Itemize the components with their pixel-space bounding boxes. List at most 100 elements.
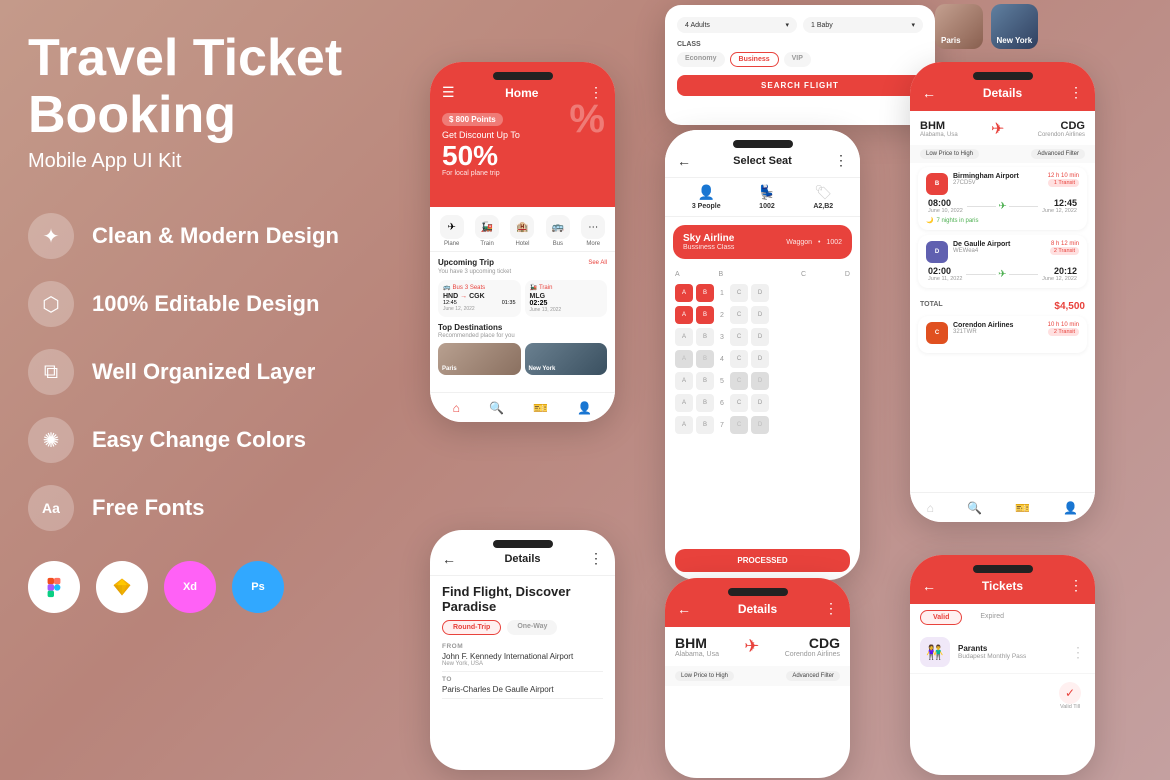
cat-more[interactable]: ⋯ More [581, 215, 605, 247]
vip-btn[interactable]: VIP [784, 52, 811, 67]
cat-bus[interactable]: 🚌 Bus [546, 215, 570, 247]
airline-info: Sky Airline Bussiness Class [683, 233, 734, 251]
baby-select[interactable]: 1 Baby ▾ [803, 17, 923, 33]
phone3-title: Details [983, 86, 1022, 100]
seat-1d[interactable]: D [751, 284, 769, 302]
percent-decor: % [569, 97, 605, 142]
search3-nav-icon[interactable]: 🔍 [967, 501, 982, 515]
discover-title: Find Flight, DiscoverParadise [442, 584, 603, 614]
phone1-body: Upcoming Trip See All You have 3 upcomin… [430, 252, 615, 381]
more-dots-icon[interactable]: ⋮ [834, 152, 848, 169]
airline-row: Sky Airline Bussiness Class Waggon • 100… [683, 233, 842, 251]
row-3-num: 3 [717, 334, 727, 341]
back-arrow-icon[interactable]: ← [677, 153, 691, 169]
airline-name: Sky Airline [683, 233, 734, 244]
phone7-dots-icon[interactable]: ⋮ [1069, 577, 1083, 594]
one-way-btn[interactable]: One-Way [507, 620, 557, 635]
bus-icon: 🚌 [546, 215, 570, 239]
phone6-filter1-btn[interactable]: Low Price to High [675, 671, 734, 681]
profile-nav-icon[interactable]: 👤 [577, 401, 592, 415]
seat-6d[interactable]: D [751, 394, 769, 412]
flight-item-2[interactable]: D De Gaulle Airport WEWea4 8 h 12 min 2 … [918, 235, 1087, 288]
paris-dest-card[interactable]: Paris [935, 4, 983, 49]
advanced-filter-btn[interactable]: Advanced Filter [1031, 149, 1085, 159]
seat-2d[interactable]: D [751, 306, 769, 324]
left-panel: Travel Ticket Booking Mobile App UI Kit … [28, 30, 388, 613]
phone4-back-icon[interactable]: ← [442, 551, 456, 567]
seat-1c[interactable]: C [730, 284, 748, 302]
class-options: Economy Business VIP [677, 52, 923, 67]
flight-item-1[interactable]: B Birmingham Airport 27CD5V 12 h 10 min … [918, 167, 1087, 230]
search-nav-icon[interactable]: 🔍 [489, 401, 504, 415]
cat-hotel[interactable]: 🏨 Hotel [510, 215, 534, 247]
seat-3b[interactable]: B [696, 328, 714, 346]
plane-icon: ✈ [440, 215, 464, 239]
ny-label: New York [997, 36, 1033, 45]
tickets-nav-icon[interactable]: 🎫 [533, 401, 548, 415]
ticket-avatar: 👫 [920, 637, 950, 667]
home-nav-icon[interactable]: ⌂ [453, 401, 460, 415]
see-all-btn[interactable]: See All [588, 260, 607, 266]
expired-tab[interactable]: Expired [968, 610, 1016, 625]
phone4-body: Find Flight, DiscoverParadise Round-Trip… [430, 576, 615, 711]
seat-2a[interactable]: A [675, 306, 693, 324]
process-btn[interactable]: PROCESSED [675, 549, 850, 572]
seat-row-2: A B 2 C D [675, 306, 850, 324]
phone7-back-icon[interactable]: ← [922, 578, 936, 594]
round-trip-btn[interactable]: Round-Trip [442, 620, 501, 635]
phone3-dots-icon[interactable]: ⋮ [1069, 84, 1083, 101]
seat-3d[interactable]: D [751, 328, 769, 346]
profile3-nav-icon[interactable]: 👤 [1063, 501, 1078, 515]
seat-7a[interactable]: A [675, 416, 693, 434]
valid-tab[interactable]: Valid [920, 610, 962, 625]
seat-6c[interactable]: C [730, 394, 748, 412]
cat-plane[interactable]: ✈ Plane [440, 215, 464, 247]
categories: ✈ Plane 🚂 Train 🏨 Hotel 🚌 Bus ⋯ More [430, 207, 615, 252]
price-filter-btn[interactable]: Low Price to High [920, 149, 979, 159]
phone6-filter2-btn[interactable]: Advanced Filter [786, 671, 840, 681]
seat-5b[interactable]: B [696, 372, 714, 390]
ticket-bus[interactable]: 🚌 Bus 3 Seats HND → CGK 12:45 01:35 June… [438, 280, 521, 317]
seat-4d[interactable]: D [751, 350, 769, 368]
plane-connector-icon: ✈ [998, 201, 1006, 212]
ny-dest-card[interactable]: New York [991, 4, 1039, 49]
ny-card[interactable]: New York [525, 343, 608, 375]
flight-item-3[interactable]: C Corendon Airlines 321TWR 10 h 10 min 2… [918, 316, 1087, 353]
seat-1b[interactable]: B [696, 284, 714, 302]
seat-3c[interactable]: C [730, 328, 748, 346]
seat-7b[interactable]: B [696, 416, 714, 434]
paris-card[interactable]: Paris [438, 343, 521, 375]
phone6-dots-icon[interactable]: ⋮ [824, 600, 838, 617]
tickets3-nav-icon[interactable]: 🎫 [1015, 501, 1030, 515]
ticket-tabs: Valid Expired [910, 604, 1095, 631]
seat-6a[interactable]: A [675, 394, 693, 412]
phone4-dots-icon[interactable]: ⋮ [589, 550, 603, 567]
economy-btn[interactable]: Economy [677, 52, 725, 67]
seat-6b[interactable]: B [696, 394, 714, 412]
trip-type-row: Round-Trip One-Way [442, 620, 603, 635]
tool-icons: Xd Ps [28, 561, 388, 613]
home3-nav-icon[interactable]: ⌂ [927, 501, 934, 515]
plane-label: Plane [444, 241, 459, 247]
cat-train[interactable]: 🚂 Train [475, 215, 499, 247]
seat-2b[interactable]: B [696, 306, 714, 324]
seat-2c[interactable]: C [730, 306, 748, 324]
ticket-train[interactable]: 🚂 Train MLG 02:25 June 13, 2022 [525, 280, 608, 317]
dest-cards: Paris New York [438, 343, 607, 375]
menu-icon[interactable]: ☰ [442, 84, 455, 101]
phone6-back-icon[interactable]: ← [677, 601, 691, 617]
total-label: TOTAL [920, 301, 943, 312]
feature-clean: ✦ Clean & Modern Design [28, 213, 388, 259]
search-flight-btn[interactable]: SEARCH FLIGHT [677, 75, 923, 96]
business-btn[interactable]: Business [730, 52, 779, 67]
seat-icon: 💺 [758, 184, 775, 201]
seat-5a[interactable]: A [675, 372, 693, 390]
seat-1a[interactable]: A [675, 284, 693, 302]
seat-4c[interactable]: C [730, 350, 748, 368]
adults-select[interactable]: 4 Adults ▾ [677, 17, 797, 33]
phone3-back-icon[interactable]: ← [922, 85, 936, 101]
ticket-more-icon[interactable]: ⋮ [1071, 644, 1085, 661]
phone2-info: 👤 3 People 💺 1002 🏷 A2,B2 [665, 178, 860, 217]
seat-3a[interactable]: A [675, 328, 693, 346]
phone7-tickets: ← Tickets ⋮ Valid Expired 👫 Parants Buda… [910, 555, 1095, 775]
